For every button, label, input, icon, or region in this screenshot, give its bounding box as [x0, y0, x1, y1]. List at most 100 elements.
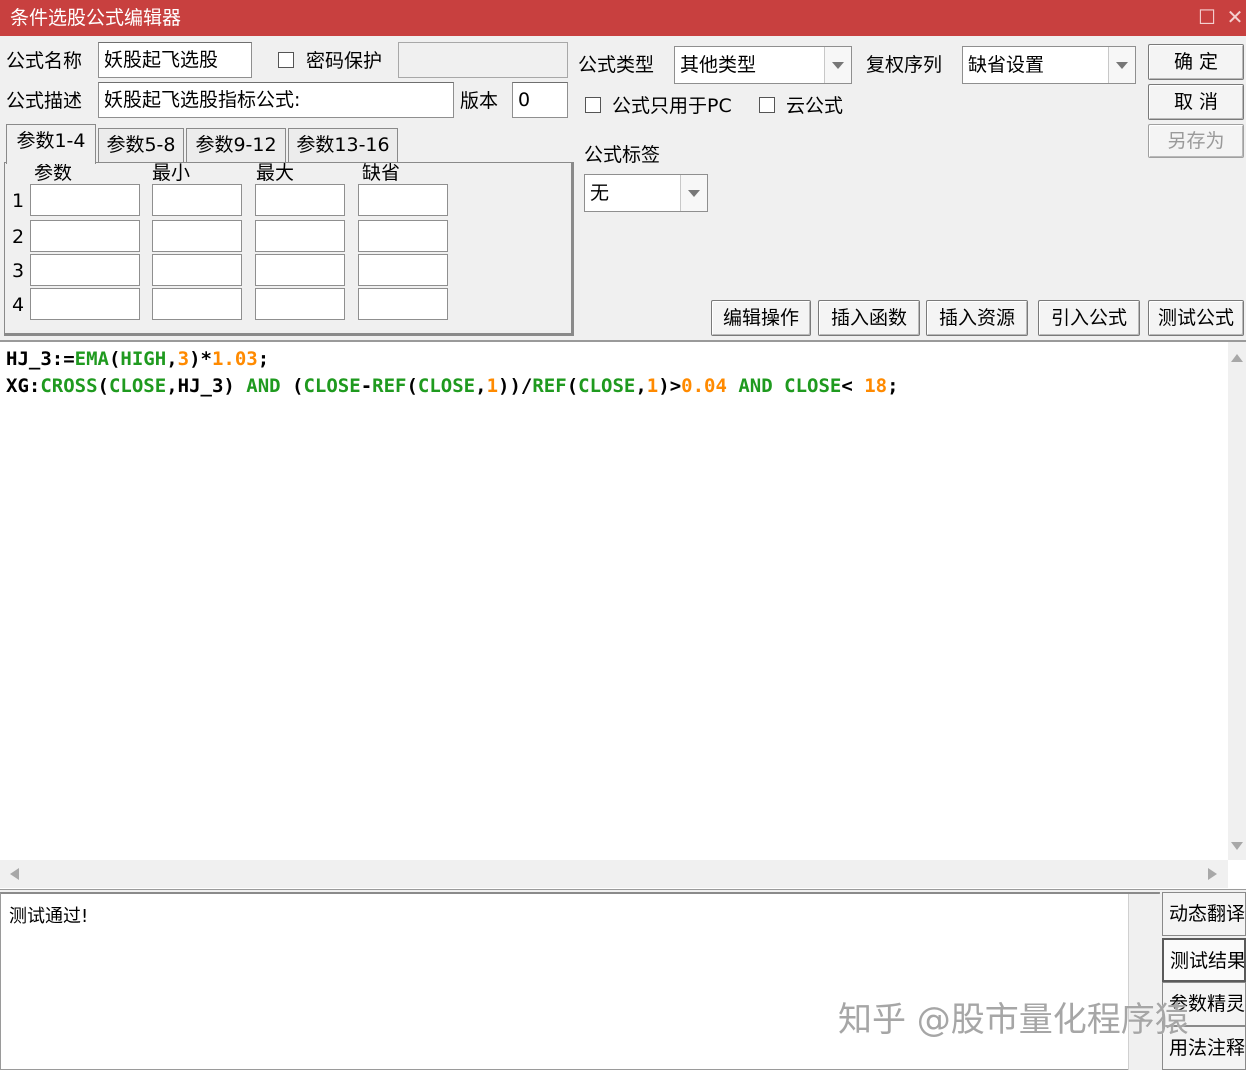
test-output-text: 测试通过!: [9, 906, 89, 927]
code-token: ,HJ_3): [166, 375, 247, 397]
chevron-down-icon[interactable]: [824, 47, 851, 83]
maximize-icon[interactable]: ☐: [1196, 6, 1218, 28]
formula-tag-value: 无: [590, 182, 610, 204]
code-token: )*: [189, 348, 212, 370]
code-number-token: 1: [486, 375, 499, 397]
param-min-input[interactable]: [152, 184, 242, 216]
test-result-button[interactable]: 测试结果: [1162, 938, 1246, 982]
ok-button[interactable]: 确 定: [1148, 44, 1244, 80]
param-name-input[interactable]: [30, 220, 140, 252]
restore-rights-value: 缺省设置: [968, 54, 1045, 76]
param-name-input[interactable]: [30, 254, 140, 286]
password-protect-checkbox[interactable]: [278, 52, 294, 68]
code-token: -: [360, 375, 373, 397]
editor-horizontal-scrollbar[interactable]: [0, 860, 1228, 888]
code-token: (: [280, 375, 304, 397]
pc-only-checkbox[interactable]: [585, 97, 601, 113]
code-token: ,: [166, 348, 178, 370]
dynamic-translate-button[interactable]: 动态翻译: [1162, 892, 1246, 936]
param-min-input[interactable]: [152, 288, 242, 320]
code-token: ))/: [498, 375, 533, 397]
watermark-text: 知乎 @股市量化程序猿: [838, 1000, 1189, 1040]
param-name-input[interactable]: [30, 184, 140, 216]
test-output-panel[interactable]: 测试通过!: [0, 892, 1160, 1070]
param-default-input[interactable]: [358, 220, 448, 252]
scroll-up-icon[interactable]: [1231, 354, 1243, 362]
code-number-token: 18: [864, 375, 888, 397]
code-number-token: 1: [646, 375, 659, 397]
code-function-token: CLOSE: [417, 375, 476, 397]
scroll-left-icon[interactable]: [10, 868, 19, 880]
code-function-token: CLOSE: [784, 375, 842, 397]
param-row-number: 2: [12, 226, 25, 248]
param-max-input[interactable]: [255, 254, 345, 286]
restore-rights-select[interactable]: 缺省设置: [962, 46, 1136, 84]
version-label: 版本: [460, 90, 499, 112]
param-row-number: 1: [12, 190, 25, 212]
param-default-input[interactable]: [358, 254, 448, 286]
scroll-down-icon[interactable]: [1231, 842, 1243, 850]
chevron-down-icon[interactable]: [1108, 47, 1135, 83]
code-number-token: 0.04: [681, 375, 727, 397]
param-min-input[interactable]: [152, 254, 242, 286]
param-row-number: 4: [12, 294, 25, 316]
code-token: (: [566, 375, 579, 397]
import-formula-button[interactable]: 引入公式: [1038, 300, 1140, 336]
code-line: HJ_3:=EMA(HIGH,3)*1.03;: [6, 346, 899, 373]
code-function-token: HIGH: [120, 348, 167, 370]
output-scrollbar[interactable]: [1128, 894, 1160, 1070]
cancel-button[interactable]: 取 消: [1148, 84, 1244, 120]
param-name-input[interactable]: [30, 288, 140, 320]
code-number-token: 1.03: [211, 348, 258, 370]
param-default-input[interactable]: [358, 288, 448, 320]
param-min-input[interactable]: [152, 220, 242, 252]
scroll-right-icon[interactable]: [1208, 868, 1217, 880]
test-formula-button[interactable]: 测试公式: [1148, 300, 1244, 336]
password-protect-label: 密码保护: [306, 50, 383, 72]
password-input[interactable]: [398, 42, 568, 78]
param-default-input[interactable]: [358, 184, 448, 216]
code-function-token: AND: [246, 375, 281, 397]
editor-vertical-scrollbar[interactable]: [1228, 342, 1246, 860]
formula-name-input[interactable]: 妖股起飞选股: [98, 42, 252, 78]
window-titlebar[interactable]: 条件选股公式编辑器: [0, 0, 1246, 36]
tab-params-13-16[interactable]: 参数13-16: [288, 128, 398, 162]
formula-type-value: 其他类型: [680, 54, 757, 76]
param-max-input[interactable]: [255, 220, 345, 252]
version-input[interactable]: 0: [512, 82, 568, 118]
code-function-token: AND: [738, 375, 773, 397]
formula-tag-select[interactable]: 无: [584, 174, 708, 212]
code-number-token: 3: [177, 348, 190, 370]
code-text: HJ_3:=EMA(HIGH,3)*1.03; XG:CROSS(CLOSE,HJ…: [6, 346, 899, 400]
param-max-input[interactable]: [255, 184, 345, 216]
code-token: <: [841, 375, 865, 397]
pc-only-label: 公式只用于PC: [612, 95, 732, 117]
insert-function-button[interactable]: 插入函数: [818, 300, 920, 336]
chevron-down-icon[interactable]: [680, 175, 707, 211]
edit-operations-button[interactable]: 编辑操作: [711, 300, 811, 336]
cloud-formula-checkbox[interactable]: [759, 97, 775, 113]
formula-desc-input[interactable]: 妖股起飞选股指标公式:: [98, 82, 454, 118]
restore-rights-label: 复权序列: [866, 54, 943, 76]
code-function-token: REF: [532, 375, 567, 397]
param-max-input[interactable]: [255, 288, 345, 320]
tab-params-9-12[interactable]: 参数9-12: [186, 128, 286, 162]
insert-resource-button[interactable]: 插入资源: [926, 300, 1028, 336]
close-icon[interactable]: ✕: [1224, 6, 1246, 28]
param-col-header: 最小: [152, 162, 191, 184]
tab-params-1-4[interactable]: 参数1-4: [6, 124, 96, 164]
code-token: (: [406, 375, 418, 397]
code-function-token: CLOSE: [303, 375, 361, 397]
code-token: XG:: [6, 375, 41, 397]
save-as-button[interactable]: 另存为: [1148, 124, 1244, 158]
code-function-token: EMA: [74, 348, 109, 370]
formula-type-select[interactable]: 其他类型: [674, 46, 852, 84]
formula-desc-label: 公式描述: [6, 90, 83, 112]
code-token: ;: [257, 348, 270, 370]
tab-params-5-8[interactable]: 参数5-8: [98, 128, 184, 162]
code-token: )>: [658, 375, 682, 397]
formula-type-label: 公式类型: [578, 54, 655, 76]
formula-code-editor[interactable]: HJ_3:=EMA(HIGH,3)*1.03; XG:CROSS(CLOSE,HJ…: [0, 340, 1246, 890]
